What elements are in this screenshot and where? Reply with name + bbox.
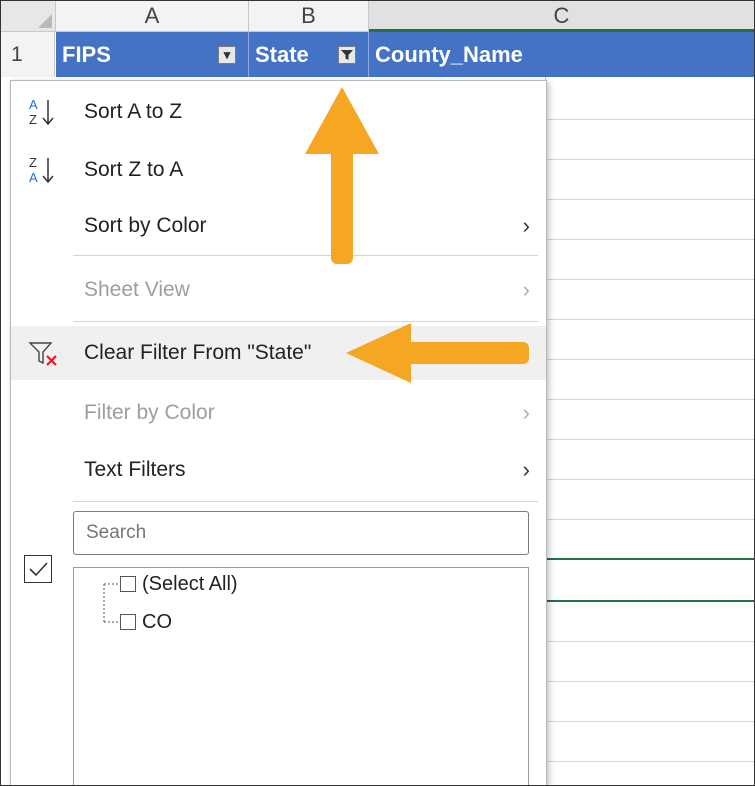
grid-line xyxy=(546,119,754,120)
selection-border-top xyxy=(546,558,754,560)
grid-line xyxy=(546,519,754,520)
menu-label: Clear Filter From "State" xyxy=(84,341,312,364)
menu-label: Filter by Color xyxy=(84,401,215,424)
grid-line xyxy=(546,399,754,400)
autofilter-dropdown: A Z Sort A to Z Z A Sort Z to A Sort by … xyxy=(10,80,547,785)
menu-label: Sort by Color xyxy=(84,214,207,237)
column-header-row: A B C xyxy=(1,1,754,32)
grid-line xyxy=(546,479,754,480)
menu-separator xyxy=(73,321,538,322)
grid-line xyxy=(546,199,754,200)
cell-c1[interactable]: County_Name xyxy=(369,32,754,77)
grid-line xyxy=(546,439,754,440)
filter-values-list: (Select All) CO xyxy=(73,567,529,785)
row-number[interactable]: 1 xyxy=(1,32,55,77)
chevron-right-icon: › xyxy=(522,400,530,425)
filter-ok-toggle[interactable] xyxy=(24,555,52,583)
grid-line xyxy=(546,721,754,722)
checkbox-select-all[interactable] xyxy=(120,576,136,592)
grid-line xyxy=(546,319,754,320)
column-header-c[interactable]: C xyxy=(369,1,754,32)
grid-line xyxy=(546,279,754,280)
header-county-name: County_Name xyxy=(375,42,523,67)
menu-label: Sort A to Z xyxy=(84,100,183,123)
spreadsheet-frame: A B C 1 FIPS ▾ State County_Name A Z Sor… xyxy=(0,0,755,786)
chevron-right-icon: › xyxy=(522,277,530,302)
filter-active-button-state[interactable] xyxy=(338,46,356,64)
checkbox-co[interactable] xyxy=(120,614,136,630)
menu-label: Text Filters xyxy=(84,458,186,481)
menu-item-filter-by-color: Filter by Color › xyxy=(11,386,546,440)
filter-funnel-icon xyxy=(341,50,353,60)
row-1: 1 FIPS ▾ State County_Name xyxy=(1,32,754,77)
menu-item-sheet-view: Sheet View › xyxy=(11,263,546,317)
column-header-a[interactable]: A xyxy=(56,1,249,31)
chevron-right-icon: › xyxy=(522,457,530,482)
menu-label: Sheet View xyxy=(84,278,190,301)
list-item-select-all[interactable]: (Select All) xyxy=(142,573,238,596)
check-icon xyxy=(29,562,48,577)
menu-item-text-filters[interactable]: Text Filters › xyxy=(11,443,546,497)
menu-separator xyxy=(73,501,538,502)
column-header-b[interactable]: B xyxy=(249,1,369,31)
menu-item-sort-by-color[interactable]: Sort by Color › xyxy=(11,199,546,253)
svg-text:A: A xyxy=(29,97,38,112)
grid-line xyxy=(546,359,754,360)
header-fips: FIPS xyxy=(62,42,111,67)
filter-dropdown-button-fips[interactable]: ▾ xyxy=(218,46,236,64)
clear-filter-icon xyxy=(28,342,57,366)
grid-line xyxy=(546,681,754,682)
chevron-right-icon: › xyxy=(522,213,530,238)
menu-item-sort-az[interactable]: A Z Sort A to Z xyxy=(11,85,546,139)
svg-text:A: A xyxy=(29,170,38,185)
search-input[interactable] xyxy=(73,511,529,555)
menu-label: Sort Z to A xyxy=(84,158,184,181)
list-item-co[interactable]: CO xyxy=(142,611,172,634)
sort-za-icon: Z A xyxy=(29,155,54,185)
selection-border-bottom xyxy=(546,600,754,602)
menu-separator xyxy=(73,255,538,256)
tree-connector xyxy=(103,583,118,623)
svg-text:Z: Z xyxy=(29,112,37,127)
menu-item-clear-filter[interactable]: Clear Filter From "State" xyxy=(11,326,546,380)
header-state: State xyxy=(255,42,309,67)
filter-dropdown-icon: ▾ xyxy=(223,47,231,62)
grid-line xyxy=(546,159,754,160)
menu-item-sort-za[interactable]: Z A Sort Z to A xyxy=(11,143,546,197)
svg-text:Z: Z xyxy=(29,155,37,170)
grid-line xyxy=(546,239,754,240)
grid-line xyxy=(546,761,754,762)
sort-az-icon: A Z xyxy=(29,97,54,127)
grid-line xyxy=(546,641,754,642)
select-all-corner[interactable] xyxy=(1,1,56,31)
